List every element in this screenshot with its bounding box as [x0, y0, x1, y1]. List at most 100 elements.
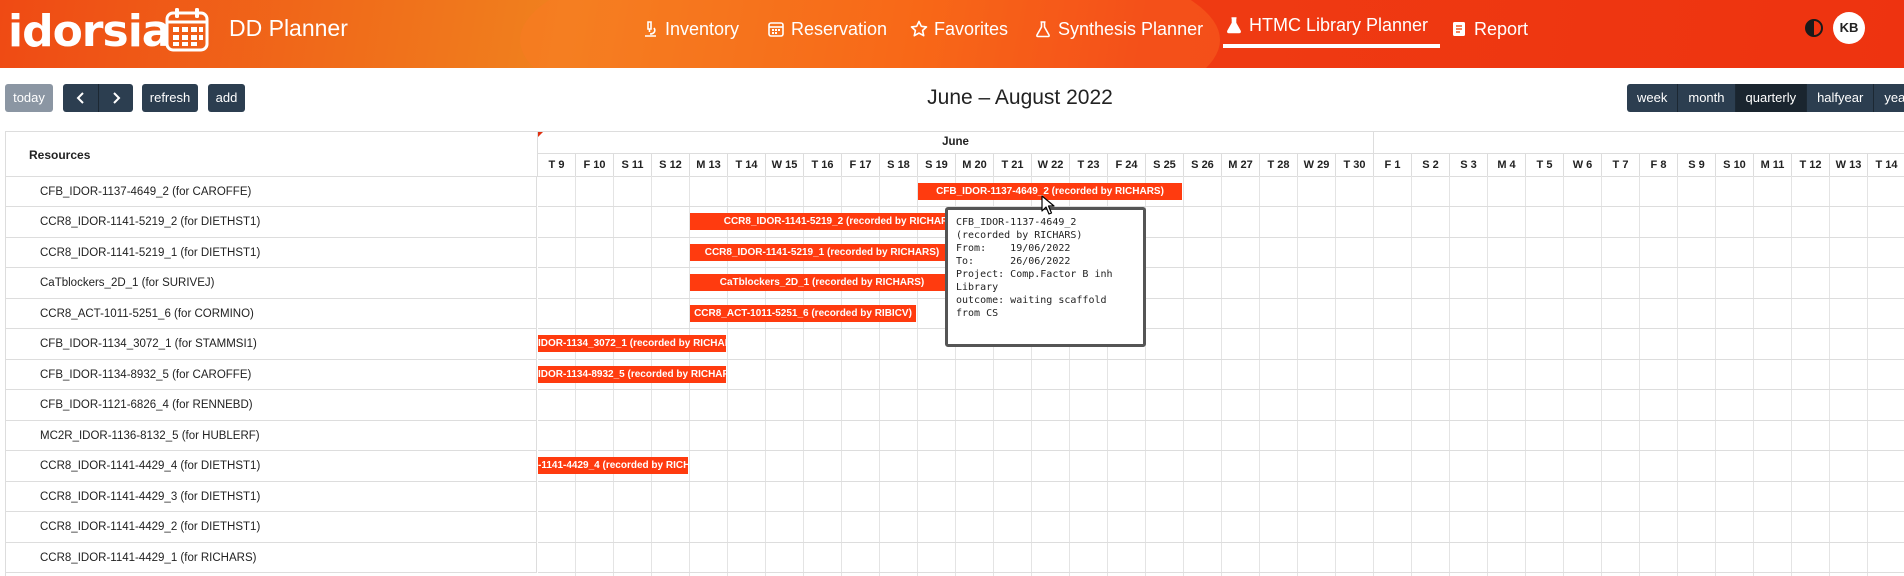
- resource-row[interactable]: CCR8_IDOR-1141-5219_1 (for DIETHST1): [6, 238, 537, 268]
- resource-timeline: Resources CFB_IDOR-1137-4649_2 (for CARO…: [5, 131, 1904, 576]
- nav-label: Inventory: [665, 19, 740, 39]
- resource-row[interactable]: CaTblockers_2D_1 (for SURIVEJ): [6, 268, 537, 299]
- day-header-cell: M 4: [1488, 154, 1526, 176]
- day-grid-line: [765, 176, 766, 576]
- reservation-event[interactable]: CaTblockers_2D_1 (recorded by RICHARS): [690, 274, 954, 291]
- day-header-cell: S 12: [652, 154, 690, 176]
- tooltip-line: (recorded by RICHARS): [956, 230, 1083, 241]
- row-grid-line: [538, 389, 1904, 390]
- today-button[interactable]: today: [5, 84, 53, 112]
- day-grid-line: [917, 176, 918, 576]
- day-grid-line: [1639, 176, 1640, 576]
- event-tooltip: CFB_IDOR-1137-4649_2 (recorded by RICHARS…: [945, 207, 1146, 347]
- day-grid-line: [1829, 176, 1830, 576]
- refresh-button[interactable]: refresh: [142, 84, 198, 112]
- tooltip-line: CFB_IDOR-1137-4649_2: [956, 217, 1077, 228]
- resources-header: Resources: [6, 132, 538, 177]
- star-icon: [910, 20, 928, 37]
- app-title: DD Planner: [229, 15, 348, 41]
- day-grid-line: [1297, 176, 1298, 576]
- reservation-event[interactable]: -1141-4429_4 (recorded by RICHARS): [538, 457, 688, 474]
- view-week-button[interactable]: week: [1627, 84, 1678, 112]
- nav-reservation[interactable]: Reservation: [767, 14, 887, 44]
- day-grid-line: [879, 176, 880, 576]
- day-header-cell: T 14: [728, 154, 766, 176]
- resource-row[interactable]: CFB_IDOR-1137-4649_2 (for CAROFFE): [6, 177, 537, 207]
- tooltip-line: To: 26/06/2022: [956, 256, 1071, 267]
- contrast-icon[interactable]: [1804, 18, 1824, 38]
- reservation-event[interactable]: CCR8_IDOR-1141-5219_1 (recorded by RICHA…: [690, 244, 954, 261]
- day-header-cell: T 16: [804, 154, 842, 176]
- reservation-event[interactable]: IDOR-1134-8932_5 (recorded by RICHARS): [538, 366, 726, 383]
- resource-row[interactable]: CCR8_IDOR-1141-5219_2 (for DIETHST1): [6, 207, 537, 238]
- view-year-button[interactable]: year: [1873, 84, 1904, 112]
- day-header-cell: T 23: [1070, 154, 1108, 176]
- day-header-cell: W 15: [766, 154, 804, 176]
- resource-row[interactable]: MC2R_IDOR-1136-8132_5 (for HUBLERF): [6, 421, 537, 451]
- nav-report[interactable]: Report: [1450, 14, 1528, 44]
- nav-favorites[interactable]: Favorites: [910, 14, 1008, 44]
- day-grid-line: [1677, 176, 1678, 576]
- row-grid-line: [538, 572, 1904, 573]
- resource-row[interactable]: CFB_IDOR-1134-8932_5 (for CAROFFE): [6, 360, 537, 390]
- day-grid-line: [1373, 176, 1374, 576]
- resource-row[interactable]: CFB_IDOR-1134_3072_1 (for STAMMSI1): [6, 329, 537, 360]
- calendar-app-icon: [165, 8, 209, 52]
- add-button[interactable]: add: [208, 84, 245, 112]
- day-header-cell: W 13: [1830, 154, 1868, 176]
- day-header-cell: S 2: [1412, 154, 1450, 176]
- view-halfyear-button[interactable]: halfyear: [1806, 84, 1874, 112]
- resource-row[interactable]: CCR8_IDOR-1141-4429_2 (for DIETHST1): [6, 512, 537, 543]
- row-grid-line: [538, 481, 1904, 482]
- resource-row[interactable]: CCR8_IDOR-1141-4429_4 (for DIETHST1): [6, 451, 537, 482]
- day-header-cell: M 11: [1754, 154, 1792, 176]
- day-grid-line: [1411, 176, 1412, 576]
- view-month-button[interactable]: month: [1677, 84, 1735, 112]
- day-header-cell: T 28: [1260, 154, 1298, 176]
- day-header-cell: S 19: [918, 154, 956, 176]
- resource-row[interactable]: CCR8_IDOR-1141-4429_1 (for RICHARS): [6, 543, 537, 573]
- nav-inventory[interactable]: Inventory: [641, 14, 739, 44]
- day-header-cell: T 30: [1336, 154, 1374, 176]
- timeline-area[interactable]: June T 9F 10 S 11 S 12 M 13 T 14 W 15 T 16 F 17…: [538, 132, 1904, 576]
- nav-label: HTMC Library Planner: [1249, 15, 1429, 35]
- row-grid-line: [538, 542, 1904, 543]
- resources-header-label: Resources: [29, 148, 91, 162]
- row-grid-line: [538, 328, 1904, 329]
- calendar-icon: [768, 22, 784, 37]
- prev-button[interactable]: [63, 84, 98, 112]
- day-header-cell: F 10: [576, 154, 614, 176]
- nav-synthesis-planner[interactable]: Synthesis Planner: [1034, 14, 1203, 44]
- day-header-cell: F 8: [1640, 154, 1678, 176]
- calendar-title: June – August 2022: [927, 86, 1113, 109]
- resource-row[interactable]: CCR8_ACT-1011-5251_6 (for CORMINO): [6, 299, 537, 329]
- row-grid-line: [538, 267, 1904, 268]
- chevron-right-icon: [113, 92, 121, 104]
- row-grid-line: [538, 511, 1904, 512]
- next-button[interactable]: [98, 84, 133, 112]
- microscope-icon: [645, 21, 656, 37]
- resource-row[interactable]: CFB_IDOR-1121-6826_4 (for RENNEBD): [6, 390, 537, 421]
- view-quarterly-button[interactable]: quarterly: [1734, 84, 1807, 112]
- row-grid-line: [538, 237, 1904, 238]
- day-grid-line: [1449, 176, 1450, 576]
- day-header-cell: M 27: [1222, 154, 1260, 176]
- tooltip-line: Project: Comp.Factor B inh: [956, 269, 1113, 280]
- row-grid-line: [538, 450, 1904, 451]
- nav-htmc-library-planner[interactable]: HTMC Library Planner: [1222, 10, 1441, 48]
- day-grid-line: [1601, 176, 1602, 576]
- day-header-cell: F 1: [1374, 154, 1412, 176]
- day-grid-line: [727, 176, 728, 576]
- day-header-cell: T 7: [1602, 154, 1640, 176]
- reservation-event[interactable]: CCR8_ACT-1011-5251_6 (recorded by RIBICV…: [690, 305, 916, 322]
- resource-row[interactable]: CCR8_IDOR-1141-4429_3 (for DIETHST1): [6, 482, 537, 512]
- reservation-event[interactable]: IDOR-1134_3072_1 (recorded by RICHARS): [538, 335, 726, 352]
- day-header-cell: S 26: [1184, 154, 1222, 176]
- app-header: idorsia DD Planner Inventory Reservation…: [0, 0, 1904, 68]
- nav-label: Reservation: [791, 19, 888, 39]
- avatar[interactable]: KB: [1833, 12, 1865, 44]
- row-grid-line: [538, 206, 1904, 207]
- day-grid-line: [1335, 176, 1336, 576]
- resource-list: CFB_IDOR-1137-4649_2 (for CAROFFE) CCR8_I…: [6, 177, 537, 573]
- logo[interactable]: idorsia: [8, 10, 171, 54]
